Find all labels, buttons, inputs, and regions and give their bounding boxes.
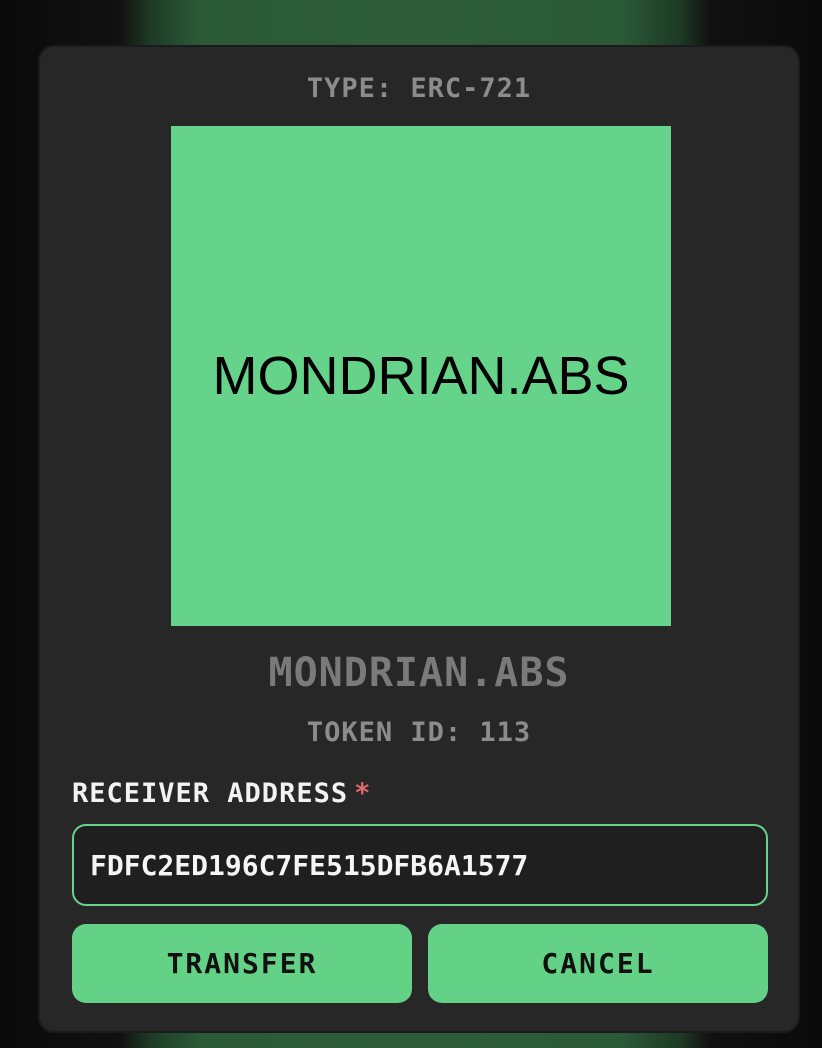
nft-name: MONDRIAN.ABS <box>268 650 570 696</box>
receiver-address-label: RECEIVER ADDRESS * <box>72 778 371 809</box>
required-marker: * <box>354 778 372 809</box>
nft-preview-text: MONDRIAN.ABS <box>212 346 630 406</box>
cancel-button[interactable]: CANCEL <box>428 924 768 1003</box>
transfer-button[interactable]: TRANSFER <box>72 924 412 1003</box>
receiver-address-input[interactable] <box>72 824 768 906</box>
token-type-label: TYPE: ERC-721 <box>306 73 532 104</box>
token-id-label: TOKEN ID: 113 <box>306 717 532 748</box>
transfer-nft-modal: TYPE: ERC-721 MONDRIAN.ABS MONDRIAN.ABS … <box>38 45 800 1033</box>
receiver-address-label-text: RECEIVER ADDRESS <box>72 778 349 809</box>
nft-preview-image: MONDRIAN.ABS <box>171 126 671 626</box>
